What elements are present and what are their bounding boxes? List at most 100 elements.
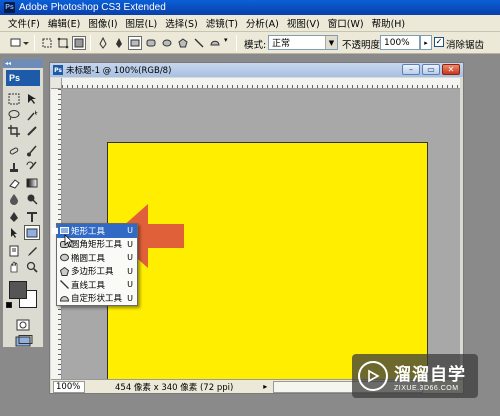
paths-icon[interactable] [56, 36, 70, 50]
minimize-button[interactable]: – [402, 64, 420, 75]
zoom-field[interactable]: 100% [53, 380, 85, 393]
rectangle-tool-option-icon[interactable] [128, 36, 142, 50]
opacity-label: 不透明度: [342, 40, 384, 51]
chevron-down-icon: ▼ [325, 36, 337, 49]
watermark-badge: 溜溜自学 ZIXUE.3D66.COM [352, 354, 478, 398]
slice-icon[interactable] [24, 123, 40, 138]
polygon-icon [60, 266, 69, 276]
menu-filter[interactable]: 滤镜(T) [202, 16, 242, 30]
menu-edit[interactable]: 编辑(E) [44, 16, 84, 30]
flyout-ellipse-tool[interactable]: 椭圆工具 U [57, 251, 137, 265]
mode-value: 正常 [272, 39, 291, 49]
watermark-url: ZIXUE.3D66.COM [394, 385, 459, 392]
app-titlebar: Ps Adobe Photoshop CS3 Extended [0, 0, 500, 15]
document-info: 454 像素 x 340 像素 (72 ppi) [115, 382, 234, 393]
line-option-icon[interactable] [192, 36, 206, 50]
default-colors-icon[interactable] [6, 302, 12, 308]
opacity-value: 100% [384, 37, 410, 48]
flyout-line-tool[interactable]: 直线工具 U [57, 278, 137, 292]
opacity-input[interactable]: 100% [380, 35, 420, 50]
gradient-icon[interactable] [24, 175, 40, 190]
tool-preset-picker[interactable] [8, 36, 30, 50]
foreground-color-swatch-top[interactable] [9, 281, 27, 299]
menu-layer[interactable]: 图层(L) [122, 16, 162, 30]
healing-brush-icon[interactable] [6, 143, 22, 158]
shape-layers-icon[interactable] [40, 36, 54, 50]
mouse-cursor-icon [64, 234, 74, 248]
line-icon [60, 280, 69, 289]
freeform-pen-icon[interactable] [112, 36, 126, 50]
selected-bullet-icon: ■ [51, 226, 59, 236]
menu-file[interactable]: 文件(F) [4, 16, 44, 30]
ps-logo: Ps [6, 70, 40, 86]
flyout-custom-shape-tool[interactable]: 自定形状工具 U [57, 292, 137, 306]
polygon-option-icon[interactable] [176, 36, 190, 50]
custom-shape-option-icon[interactable] [208, 36, 222, 50]
shape-options-dropdown-icon[interactable]: ▾ [224, 36, 234, 50]
flyout-label: 圆角矩形工具 [71, 240, 123, 251]
flyout-shortcut: U [127, 226, 133, 236]
pen-icon[interactable] [96, 36, 110, 50]
opacity-dropdown-icon[interactable]: ▸ [420, 35, 432, 50]
menu-help[interactable]: 帮助(H) [368, 16, 410, 30]
ellipse-option-icon[interactable] [160, 36, 174, 50]
brush-icon[interactable] [24, 143, 40, 158]
flyout-label: 多边形工具 [71, 267, 114, 278]
zoom-icon[interactable] [24, 259, 40, 274]
eyedropper-icon[interactable] [24, 243, 40, 258]
quick-mask-icon[interactable] [15, 317, 31, 332]
toolbox-panel: ◂◂ Ps [2, 58, 44, 348]
move-icon[interactable] [24, 91, 40, 106]
toolbox-collapse-icon[interactable]: ◂◂ [3, 59, 43, 68]
options-bar: ▾ 模式: 正常 ▼ 不透明度: 100% ▸ ✓ 消除锯齿 [0, 32, 500, 54]
path-selection-icon[interactable] [6, 225, 22, 240]
mode-select[interactable]: 正常 ▼ [268, 35, 338, 50]
flyout-shortcut: U [127, 253, 133, 263]
menu-window[interactable]: 窗口(W) [324, 16, 368, 30]
history-brush-icon[interactable] [24, 159, 40, 174]
flyout-label: 椭圆工具 [71, 253, 106, 264]
mode-label: 模式: [244, 40, 267, 51]
document-titlebar[interactable]: Ps 未标题-1 @ 100%(RGB/8) – ▭ ✕ [50, 63, 463, 77]
menu-analysis[interactable]: 分析(A) [242, 16, 283, 30]
screen-mode-icon[interactable] [13, 333, 35, 348]
blur-icon[interactable] [6, 191, 22, 206]
dodge-icon[interactable] [24, 191, 40, 206]
close-button[interactable]: ✕ [442, 64, 460, 75]
rounded-rectangle-option-icon[interactable] [144, 36, 158, 50]
menu-image[interactable]: 图像(I) [84, 16, 121, 30]
ruler-origin[interactable] [51, 78, 62, 89]
menu-view[interactable]: 视图(V) [283, 16, 324, 30]
hand-icon[interactable] [6, 259, 22, 274]
flyout-label: 自定形状工具 [71, 294, 123, 305]
ellipse-icon [60, 253, 69, 262]
notes-icon[interactable] [6, 243, 22, 258]
play-logo-icon [358, 361, 388, 391]
clone-stamp-icon[interactable] [6, 159, 22, 174]
magic-wand-icon[interactable] [24, 107, 40, 122]
crop-icon[interactable] [6, 123, 22, 138]
flyout-label: 直线工具 [71, 280, 106, 291]
rectangle-tool-icon[interactable] [24, 225, 40, 240]
flyout-polygon-tool[interactable]: 多边形工具 U [57, 265, 137, 279]
flyout-label: 矩形工具 [71, 226, 106, 237]
fill-pixels-icon[interactable] [72, 36, 86, 50]
pen-tool-icon[interactable] [6, 209, 22, 224]
custom-shape-icon [60, 295, 69, 301]
marquee-icon[interactable] [6, 91, 22, 106]
lasso-icon[interactable] [6, 107, 22, 122]
flyout-shortcut: U [127, 280, 133, 290]
ps-app-icon: Ps [4, 2, 15, 13]
maximize-button[interactable]: ▭ [422, 64, 440, 75]
document-title: 未标题-1 @ 100%(RGB/8) [66, 66, 172, 76]
antialias-checkbox[interactable]: ✓ [434, 37, 444, 47]
horizontal-ruler[interactable] [62, 78, 460, 89]
status-menu-arrow-icon[interactable]: ▸ [263, 382, 267, 391]
eraser-icon[interactable] [6, 175, 22, 190]
app-title: Adobe Photoshop CS3 Extended [19, 2, 166, 13]
antialias-label: 消除锯齿 [446, 40, 485, 51]
flyout-shortcut: U [127, 239, 133, 249]
flyout-shortcut: U [127, 293, 133, 303]
type-icon[interactable] [24, 209, 40, 224]
menu-select[interactable]: 选择(S) [161, 16, 201, 30]
